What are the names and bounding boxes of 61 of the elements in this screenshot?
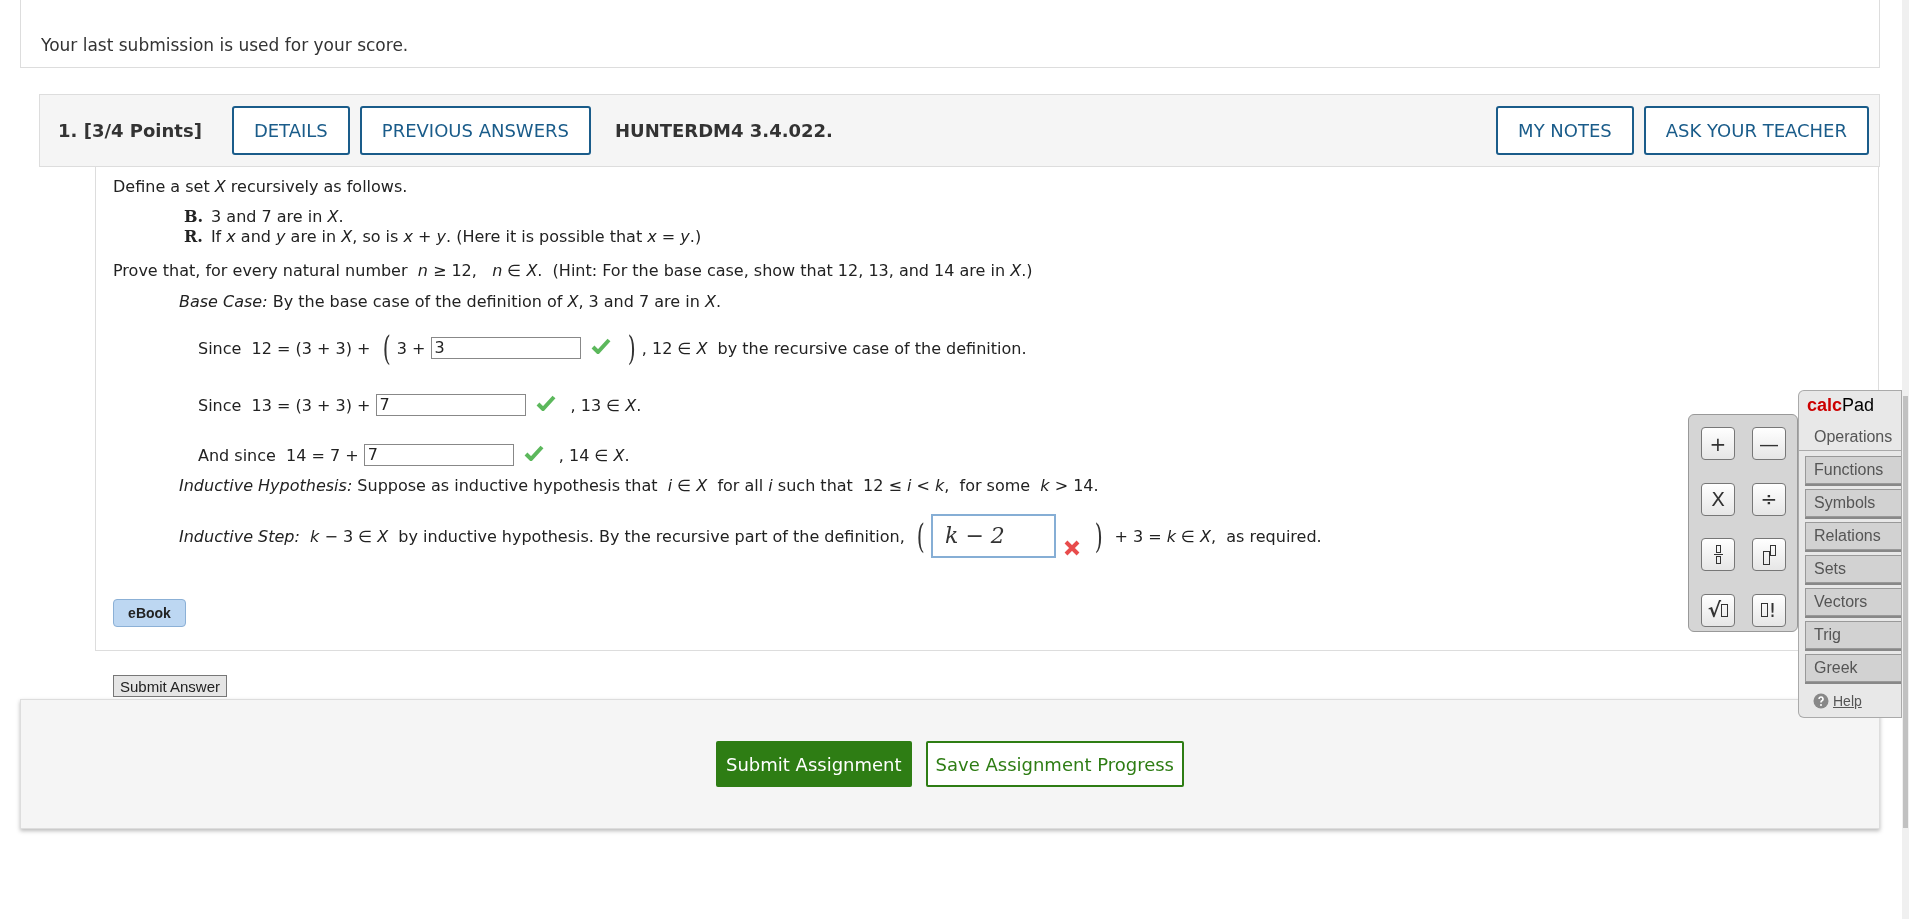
answer-field[interactable]: k − 2 [931,514,1057,558]
parenthesis: ( [916,516,925,556]
statement-text: Inductive Step: k − 3 ∈ X by inductive hypothesis. By the recursive part of the definition, [179,526,906,546]
parenthesis: ) [627,328,636,368]
header-button[interactable]: ASK YOUR TEACHER [1643,106,1869,155]
rule-text: If x and y are in X, so is x + y. (Here it is possible that x = y.) [210,227,702,247]
hypothesis-text: Inductive Hypothesis: Suppose as inductive hypothesis that i ∈ X for all i such that 12 ≤ i < k, for some k > 14. [178,476,1100,496]
calcpad-tab[interactable]: Greek [1805,654,1901,682]
calc-key[interactable]: ! [1752,593,1786,627]
question-code: HUNTERDM4 3.4.022. [614,120,833,141]
calcpad-tab[interactable]: Symbols [1805,489,1901,517]
header-button[interactable]: PREVIOUS ANSWERS [359,106,591,155]
calc-key[interactable]: ÷ [1752,482,1786,516]
save-progress-button[interactable]: Save Assignment Progress [925,741,1184,787]
calcpad-tab[interactable]: Vectors [1805,588,1901,616]
calcpad-tab[interactable]: Trig [1805,621,1901,649]
submit-answer-button[interactable]: Submit Answer [113,675,228,697]
calcpad-tab[interactable]: Functions [1805,456,1901,484]
answer-field[interactable]: 7 [363,444,514,466]
statement-text: Since 12 = (3 + 3) + [198,338,372,358]
parenthesis: ) [1094,516,1103,556]
help-icon [1813,693,1829,709]
statement-text: Since 13 = (3 + 3) + [198,395,372,415]
fraction-icon [1713,545,1723,564]
help-link[interactable]: Help [1813,693,1901,709]
statement-text: , 14 ∈ X. [557,445,630,465]
statement-text: And since 14 = 7 + [198,445,360,465]
submit-assignment-button[interactable]: Submit Assignment [716,741,912,787]
rule-label: B. [184,207,204,227]
rule-label: R. [184,227,203,247]
calc-key[interactable]: + [1701,427,1735,460]
statement-text: , 13 ∈ X. [569,395,642,415]
header-button[interactable]: MY NOTES [1496,106,1634,155]
scrollbar[interactable] [1902,0,1909,919]
check-icon [523,445,544,461]
ebook-button[interactable]: eBook [113,599,186,627]
statement-text: , 12 ∈ X by the recursive case of the definition. [641,338,1027,358]
calcpad-title: calcPad [1798,390,1902,423]
calc-key[interactable] [1701,538,1735,571]
question-points: 1. [3/4 Points] [58,120,202,141]
check-icon [535,395,556,411]
intro-text: Define a set X recursively as follows. [113,177,409,197]
prove-text: Prove that, for every natural number n ≥ 12, n ∈ X. (Hint: For the base case, show that 12, 13, and 14 are in X.) [113,261,1034,281]
calcpad-tab[interactable]: Relations [1805,522,1901,550]
calc-key[interactable]: — [1752,427,1786,460]
power-icon [1762,544,1776,565]
calc-key[interactable]: X [1701,482,1735,516]
answer-field[interactable]: 7 [375,394,526,416]
check-icon [590,338,611,354]
header-button[interactable]: DETAILS [231,106,350,155]
parenthesis: ( [382,328,391,368]
statement-text: + 3 = k ∈ X, as required. [1113,526,1322,546]
notice-text: Your last submission is used for your score. [41,35,409,55]
statement-text: 3 + [396,338,427,358]
calc-key[interactable] [1752,538,1786,571]
calc-key[interactable]: √ [1701,593,1735,627]
cross-icon [1064,540,1081,556]
base-case-text: Base Case: By the base case of the definition of X, 3 and 7 are in X. [178,292,722,312]
rule-text: 3 and 7 are in X. [211,207,344,227]
answer-field[interactable]: 3 [430,337,581,359]
calcpad-tab[interactable]: Sets [1805,555,1901,583]
